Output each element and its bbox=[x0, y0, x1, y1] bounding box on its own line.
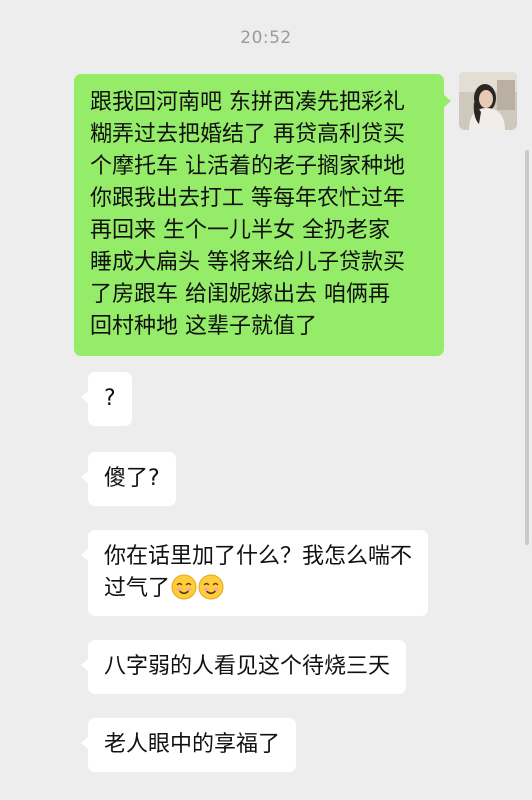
sent-message-line: 再回来 生个一儿半女 全扔老家 bbox=[90, 218, 390, 243]
received-message-bubble[interactable]: ? bbox=[81, 372, 132, 426]
received-message-bubble[interactable]: 你在话里加了什么？我怎么喘不 过气了 bbox=[80, 530, 429, 616]
sent-message-line: 回村种地 这辈子就值了 bbox=[90, 314, 317, 339]
avatar-photo-icon bbox=[459, 72, 517, 130]
received-message-text: 傻了? bbox=[104, 466, 160, 491]
chat-scrollbar[interactable] bbox=[525, 150, 529, 545]
sent-message-line: 你跟我出去打工 等每年农忙过年 bbox=[90, 186, 405, 211]
received-message-bubble[interactable]: 八字弱的人看见这个待烧三天 bbox=[80, 640, 407, 694]
sent-message-line: 糊弄过去把婚结了 再贷高利贷买 bbox=[90, 122, 405, 147]
received-message-bubble[interactable]: 老人眼中的享福了 bbox=[80, 718, 297, 772]
received-message-text: 过气了 bbox=[104, 576, 171, 601]
received-message-text: ? bbox=[104, 386, 116, 411]
sent-message-line: 了房跟车 给闺妮嫁出去 咱俩再 bbox=[90, 282, 390, 307]
chat-timestamp: 20:52 bbox=[240, 28, 292, 48]
smiling-face-emoji-icon bbox=[198, 574, 224, 600]
received-message-text: 八字弱的人看见这个待烧三天 bbox=[104, 654, 391, 679]
smiling-face-emoji-icon bbox=[171, 574, 197, 600]
sent-message-line: 睡成大扁头 等将来给儿子贷款买 bbox=[90, 250, 405, 275]
sent-message-line: 跟我回河南吧 东拼西凑先把彩礼 bbox=[90, 90, 405, 115]
sent-message-bubble[interactable]: 跟我回河南吧 东拼西凑先把彩礼 糊弄过去把婚结了 再贷高利贷买 个摩托车 让活着… bbox=[74, 74, 451, 356]
received-message-text: 老人眼中的享福了 bbox=[104, 732, 281, 757]
received-message-bubble[interactable]: 傻了? bbox=[81, 452, 176, 506]
received-message-text: 你在话里加了什么？我怎么喘不 bbox=[104, 544, 413, 569]
user-avatar[interactable] bbox=[459, 72, 517, 130]
sent-message-line: 个摩托车 让活着的老子搁家种地 bbox=[90, 154, 405, 179]
